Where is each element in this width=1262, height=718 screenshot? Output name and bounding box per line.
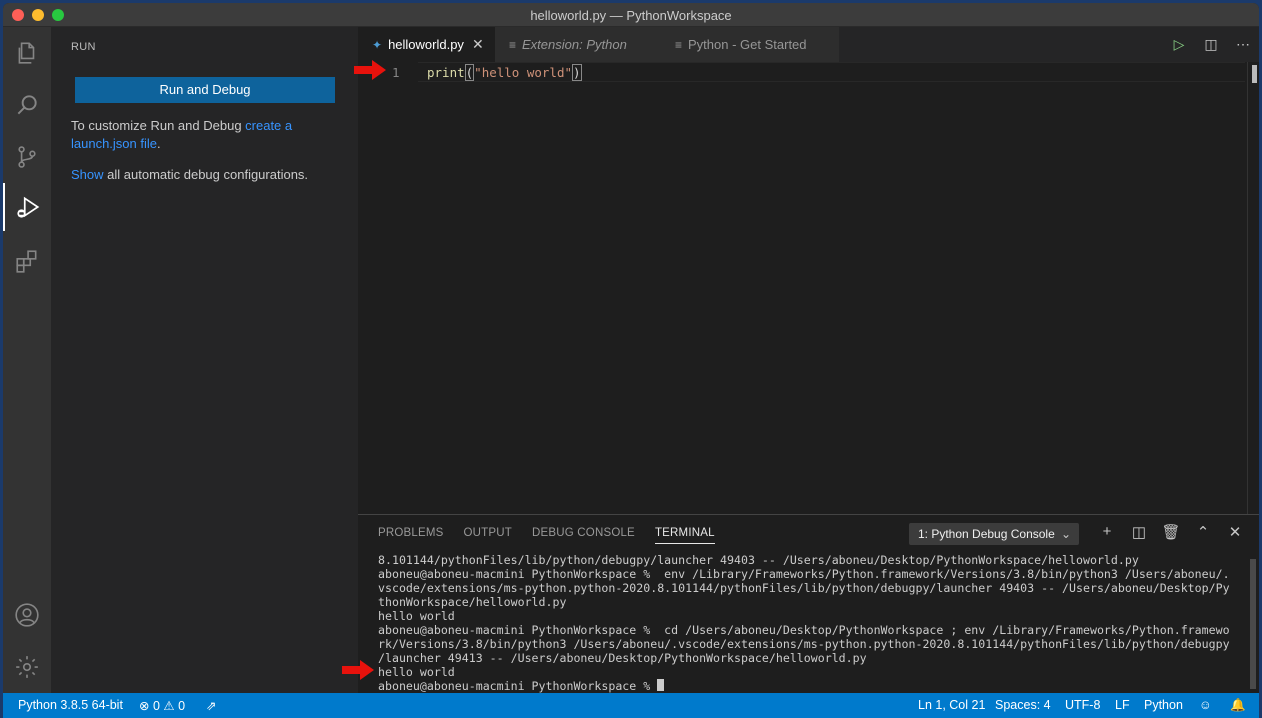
- tab-extension-python[interactable]: ≡ Extension: Python: [495, 27, 661, 62]
- eol-status[interactable]: LF: [1115, 698, 1130, 712]
- terminal-line: /launcher 49413 -- /Users/aboneu/Desktop…: [378, 651, 867, 665]
- search-icon[interactable]: [3, 81, 51, 129]
- code-close-paren: ): [572, 64, 582, 81]
- terminal-line: 8.101144/pythonFiles/lib/python/debugpy/…: [378, 553, 1139, 567]
- explorer-icon[interactable]: [3, 29, 51, 77]
- title-bar: helloworld.py — PythonWorkspace: [3, 3, 1259, 27]
- show-configurations-link[interactable]: Show: [71, 167, 104, 182]
- terminal-cursor: [657, 679, 665, 691]
- tab-output[interactable]: OUTPUT: [464, 527, 512, 544]
- terminal-line: thonWorkspace/helloworld.py: [378, 595, 567, 609]
- show-configs-suffix: all automatic debug configurations.: [103, 167, 309, 182]
- preview-icon: ≡: [675, 37, 683, 52]
- code-string: "hello world": [474, 65, 573, 80]
- maximize-panel-icon[interactable]: ⌃: [1187, 523, 1219, 541]
- chevron-down-icon: ⌄: [1060, 527, 1071, 541]
- tab-python-get-started[interactable]: ≡ Python - Get Started: [661, 27, 839, 62]
- cursor-position[interactable]: Ln 1, Col 21: [918, 698, 985, 712]
- terminal-prompt: aboneu@aboneu-macmini PythonWorkspace %: [378, 679, 658, 693]
- terminal-select[interactable]: 1: Python Debug Console ⌄: [909, 523, 1079, 545]
- run-sidebar: RUN Run and Debug To customize Run and D…: [51, 27, 358, 693]
- code-editor[interactable]: 1 print("hello world"): [358, 62, 1259, 514]
- bottom-panel: PROBLEMS OUTPUT DEBUG CONSOLE TERMINAL 1…: [358, 514, 1259, 693]
- show-configs-text: Show all automatic debug configurations.: [71, 166, 341, 184]
- interpreter-status[interactable]: Python 3.8.5 64-bit: [18, 698, 123, 712]
- split-editor-icon[interactable]: ◫: [1195, 36, 1227, 53]
- customize-text: To customize Run and Debug create a laun…: [71, 117, 341, 153]
- customize-prefix: To customize Run and Debug: [71, 118, 246, 133]
- terminal-line: hello world: [378, 609, 455, 623]
- language-status[interactable]: Python: [1144, 698, 1183, 712]
- accounts-icon[interactable]: [3, 591, 51, 639]
- run-status-icon[interactable]: ⇗: [206, 698, 216, 713]
- code-function: print: [427, 65, 465, 80]
- error-icon: ⊗: [139, 699, 150, 713]
- run-debug-icon[interactable]: [3, 183, 51, 231]
- tab-terminal[interactable]: TERMINAL: [654, 527, 715, 544]
- annotation-arrow-icon: [342, 660, 374, 680]
- tab-label: helloworld.py: [388, 37, 464, 52]
- run-file-icon[interactable]: ▷: [1163, 36, 1195, 53]
- window-title: helloworld.py — PythonWorkspace: [530, 8, 732, 23]
- overview-ruler: [1247, 62, 1248, 514]
- tab-label: Extension: Python: [522, 37, 627, 52]
- error-count: 0: [152, 699, 160, 713]
- tab-problems[interactable]: PROBLEMS: [378, 527, 444, 544]
- panel-tabs: PROBLEMS OUTPUT DEBUG CONSOLE TERMINAL: [378, 527, 735, 544]
- extensions-icon[interactable]: [3, 237, 51, 285]
- sidebar-title: RUN: [71, 41, 96, 53]
- terminal-line: vscode/extensions/ms-python.python-2020.…: [378, 581, 1230, 595]
- editor-tabs: ✦ helloworld.py ✕ ≡ Extension: Python ≡ …: [358, 27, 1259, 62]
- status-bar: Python 3.8.5 64-bit ⊗ 0 ⚠ 0 ⇗ Ln 1, Col …: [3, 693, 1259, 718]
- warning-count: 0: [178, 699, 186, 713]
- terminal-line: aboneu@aboneu-macmini PythonWorkspace % …: [378, 567, 1230, 581]
- line-number: 1: [392, 65, 400, 80]
- panel-actions: + ◫ 🗑 ⌃ ✕: [1091, 523, 1251, 541]
- tab-label: Python - Get Started: [688, 37, 807, 52]
- terminal-line: hello world: [378, 665, 455, 679]
- terminal-output[interactable]: 8.101144/pythonFiles/lib/python/debugpy/…: [378, 553, 1238, 693]
- code-open-paren: (: [464, 64, 475, 81]
- editor-scrollbar[interactable]: [1252, 65, 1257, 83]
- activity-bar: [3, 27, 51, 693]
- notifications-bell-icon[interactable]: 🔔: [1230, 698, 1246, 713]
- terminal-line: rk/Versions/3.8/bin/python3 /Users/abone…: [378, 637, 1230, 651]
- run-and-debug-button[interactable]: Run and Debug: [75, 77, 335, 103]
- new-terminal-icon[interactable]: +: [1091, 523, 1123, 541]
- settings-gear-icon[interactable]: [3, 643, 51, 691]
- preview-icon: ≡: [509, 37, 517, 52]
- python-file-icon: ✦: [372, 37, 383, 52]
- tab-helloworld-py[interactable]: ✦ helloworld.py ✕: [358, 27, 495, 62]
- problems-status[interactable]: ⊗ 0 ⚠ 0: [139, 698, 185, 713]
- source-control-icon[interactable]: [3, 133, 51, 181]
- customize-suffix: .: [157, 136, 161, 151]
- indentation-status[interactable]: Spaces: 4: [995, 698, 1051, 712]
- tab-debug-console[interactable]: DEBUG CONSOLE: [532, 527, 635, 544]
- warning-icon: ⚠: [163, 699, 175, 713]
- annotation-arrow-icon: [354, 60, 386, 80]
- encoding-status[interactable]: UTF-8: [1065, 698, 1100, 712]
- trash-icon[interactable]: 🗑: [1155, 523, 1187, 541]
- editor-actions: ▷ ◫ ⋯: [1163, 27, 1259, 62]
- terminal-select-value: 1: Python Debug Console: [918, 527, 1055, 541]
- code-line[interactable]: print("hello world"): [427, 64, 582, 81]
- vscode-window: helloworld.py — PythonWorkspace RUN Run …: [3, 3, 1259, 718]
- split-terminal-icon[interactable]: ◫: [1123, 523, 1155, 541]
- close-tab-icon[interactable]: ✕: [472, 36, 484, 53]
- close-panel-icon[interactable]: ✕: [1219, 523, 1251, 541]
- terminal-prompt-line[interactable]: aboneu@aboneu-macmini PythonWorkspace %: [378, 679, 1238, 693]
- terminal-line: aboneu@aboneu-macmini PythonWorkspace % …: [378, 623, 1230, 637]
- terminal-scrollbar[interactable]: [1250, 559, 1256, 689]
- more-actions-icon[interactable]: ⋯: [1227, 36, 1259, 53]
- feedback-icon[interactable]: ☺: [1199, 698, 1212, 712]
